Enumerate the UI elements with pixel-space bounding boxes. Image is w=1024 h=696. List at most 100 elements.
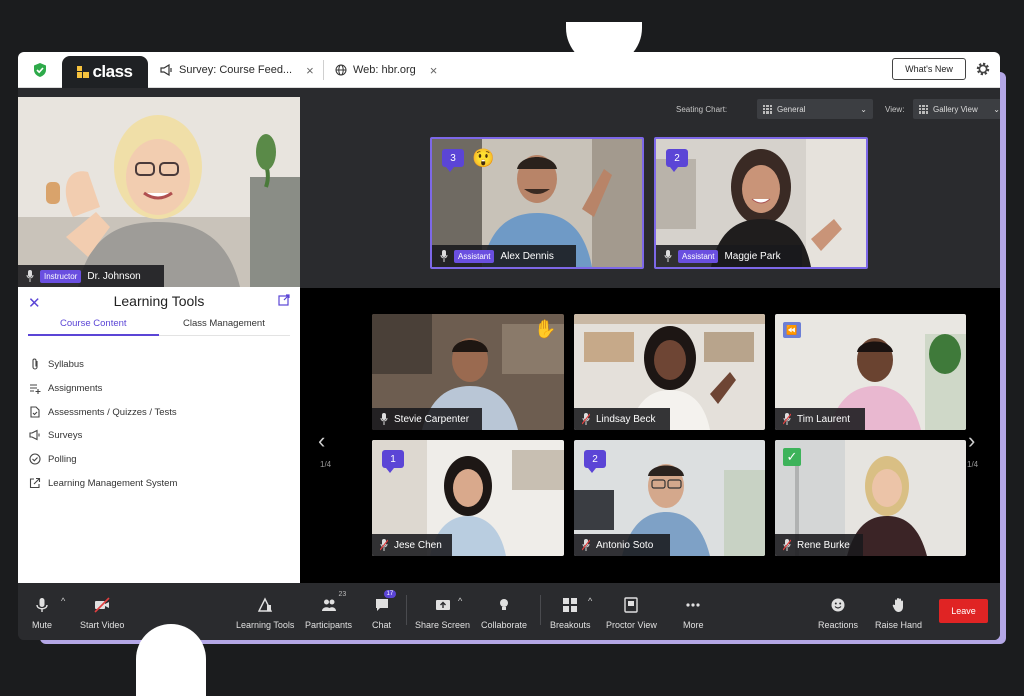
- tool-item-surveys[interactable]: Surveys: [29, 429, 82, 441]
- tab-course-content[interactable]: Course Content: [60, 318, 127, 329]
- collaborate-label: Collaborate: [481, 620, 528, 630]
- tool-item-assessments[interactable]: Assessments / Quizzes / Tests: [29, 406, 177, 418]
- instructor-name: Dr. Johnson: [87, 270, 141, 282]
- mic-icon: [26, 270, 34, 282]
- assistant-tile-maggie[interactable]: 2 Assistant Maggie Park: [654, 137, 868, 269]
- external-link-icon: [29, 477, 41, 489]
- popout-icon[interactable]: [278, 294, 290, 306]
- chat-count-badge[interactable]: 1: [382, 450, 404, 473]
- tool-item-assignments[interactable]: Assignments: [29, 382, 102, 394]
- participant-nameplate: Stevie Carpenter: [372, 408, 482, 430]
- proctor-view-button[interactable]: Proctor View: [606, 597, 657, 630]
- student-tile-tim[interactable]: ⏪ Tim Laurent: [775, 314, 966, 430]
- mic-icon: [664, 250, 672, 262]
- breakouts-options-caret[interactable]: ^: [588, 596, 592, 606]
- video-off-icon: [94, 597, 110, 613]
- more-button[interactable]: More: [683, 597, 704, 630]
- instructor-video[interactable]: Instructor Dr. Johnson: [18, 97, 300, 287]
- mute-button[interactable]: Mute: [32, 597, 52, 630]
- student-tile-stevie[interactable]: ✋ Stevie Carpenter: [372, 314, 564, 430]
- breakouts-icon: [563, 598, 578, 612]
- view-select[interactable]: Gallery View ⌄: [913, 99, 1000, 119]
- tool-item-label: Assessments / Quizzes / Tests: [48, 406, 177, 418]
- prev-page-arrow[interactable]: ‹: [318, 428, 325, 454]
- megaphone-icon: [160, 64, 172, 76]
- breakouts-button[interactable]: Breakouts: [550, 597, 591, 630]
- raise-hand-icon: [892, 598, 903, 612]
- close-tab-survey-icon[interactable]: ×: [306, 63, 314, 78]
- raise-hand-button[interactable]: Raise Hand: [875, 597, 922, 630]
- chevron-down-icon: ⌄: [860, 104, 867, 114]
- tab-survey[interactable]: Survey: Course Feed... ×: [160, 61, 314, 79]
- participant-name: Lindsay Beck: [596, 413, 656, 425]
- chat-button[interactable]: 17 Chat: [372, 590, 397, 630]
- raise-hand-label: Raise Hand: [875, 620, 923, 630]
- megaphone-icon: [29, 429, 40, 441]
- tool-item-lms[interactable]: Learning Management System: [29, 477, 177, 489]
- learning-tools-button[interactable]: Learning Tools: [236, 597, 294, 630]
- student-tile-lindsay[interactable]: Lindsay Beck: [574, 314, 765, 430]
- participant-name: Antonio Soto: [596, 539, 654, 551]
- gear-icon[interactable]: [975, 61, 991, 77]
- tab-class-management[interactable]: Class Management: [183, 318, 265, 329]
- tab-bar: class Survey: Course Feed... × Web: hbr.…: [18, 52, 1000, 88]
- mic-muted-icon: [582, 413, 590, 425]
- reactions-button[interactable]: Reactions: [818, 597, 858, 630]
- shield-icon: [34, 63, 46, 77]
- tool-item-syllabus[interactable]: Syllabus: [29, 358, 84, 370]
- collaborate-button[interactable]: Collaborate: [481, 597, 527, 630]
- paperclip-icon: [32, 358, 38, 370]
- seating-chart-value: General: [777, 104, 806, 114]
- participant-name: Stevie Carpenter: [394, 413, 470, 425]
- toolbar-divider: [406, 595, 407, 625]
- close-tab-web-icon[interactable]: ×: [430, 63, 438, 78]
- seating-chart-select[interactable]: General ⌄: [757, 99, 873, 119]
- student-tile-antonio[interactable]: 2 Antonio Soto: [574, 440, 765, 556]
- tab-web[interactable]: Web: hbr.org ×: [335, 61, 437, 79]
- share-screen-icon: [435, 600, 450, 610]
- participant-name: Rene Burke: [797, 539, 850, 551]
- chat-count-badge[interactable]: 2: [584, 450, 606, 473]
- tool-item-polling[interactable]: Polling: [29, 453, 77, 465]
- check-circle-icon: [29, 453, 41, 465]
- participant-nameplate: Rene Burke: [775, 534, 863, 556]
- learning-tools-icon: [258, 597, 273, 612]
- chevron-down-icon: ⌄: [993, 104, 1000, 114]
- mute-options-caret[interactable]: ^: [61, 596, 65, 606]
- whats-new-button[interactable]: What's New: [892, 58, 966, 80]
- list-add-icon: [30, 384, 41, 394]
- chat-count-badge[interactable]: 2: [666, 149, 688, 172]
- tab-divider: [323, 60, 324, 80]
- proctor-view-icon: [624, 597, 639, 613]
- participant-nameplate: Assistant Alex Dennis: [432, 245, 576, 267]
- share-options-caret[interactable]: ^: [458, 596, 462, 606]
- instructor-video-image: [18, 97, 300, 287]
- share-screen-label: Share Screen: [415, 620, 471, 630]
- assistant-role-badge: Assistant: [454, 249, 495, 263]
- view-value: Gallery View: [933, 104, 978, 114]
- next-page-arrow[interactable]: ›: [968, 428, 975, 454]
- smiley-icon: [831, 598, 845, 612]
- more-dots-icon: [686, 603, 700, 607]
- class-app-window: class Survey: Course Feed... × Web: hbr.…: [18, 52, 1000, 640]
- mic-muted-icon: [783, 539, 791, 551]
- participants-button[interactable]: 23 Participants: [305, 591, 352, 630]
- start-video-label: Start Video: [80, 620, 125, 630]
- breakouts-label: Breakouts: [550, 620, 591, 630]
- instructor-role-badge: Instructor: [40, 269, 82, 283]
- tool-item-label: Learning Management System: [48, 477, 178, 489]
- rewind-icon: ⏪: [783, 322, 801, 338]
- tab-class-app[interactable]: class: [62, 56, 148, 88]
- chat-count-badge[interactable]: 3: [442, 149, 464, 172]
- student-tile-rene[interactable]: ✓ Rene Burke: [775, 440, 966, 556]
- participant-nameplate: Assistant Maggie Park: [656, 245, 802, 267]
- leave-button[interactable]: Leave: [939, 599, 988, 623]
- start-video-button[interactable]: Start Video: [80, 597, 124, 630]
- chat-count-badge: 17: [383, 590, 397, 598]
- student-gallery: ‹ 1/4 › 1/4 ✋ Stevie Carpenter Lindsay B…: [300, 288, 1000, 583]
- assistant-tile-alex[interactable]: 3 😲 Assistant Alex Dennis: [430, 137, 644, 269]
- assistant-stage: Seating Chart: General ⌄ View: Gallery V…: [300, 88, 1000, 288]
- document-icon: [30, 406, 40, 418]
- student-tile-jese[interactable]: 1 Jese Chen: [372, 440, 564, 556]
- learning-tools-panel: ✕ Learning Tools Course Content Class Ma…: [18, 287, 300, 583]
